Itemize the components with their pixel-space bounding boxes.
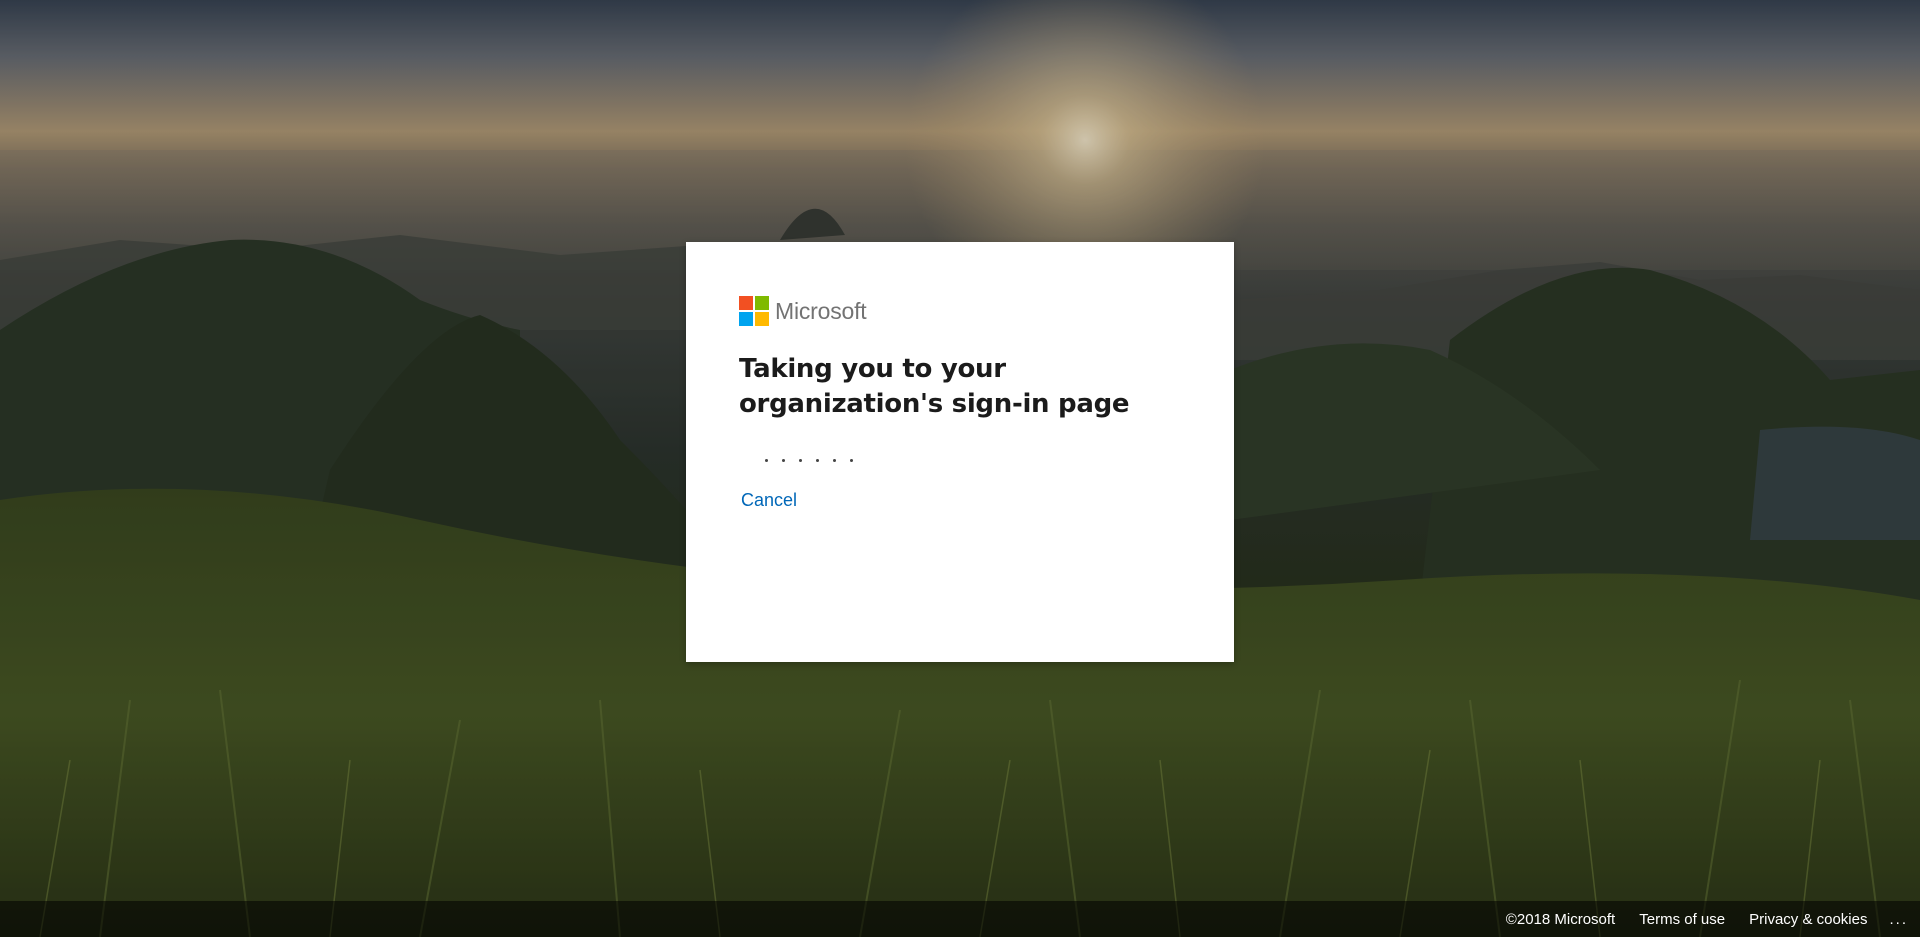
footer-privacy-link[interactable]: Privacy & cookies <box>1749 911 1867 928</box>
footer: ©2018 Microsoft Terms of use Privacy & c… <box>0 901 1920 937</box>
footer-copyright: ©2018 Microsoft <box>1505 910 1616 928</box>
logo-square-green <box>755 296 769 310</box>
logo-square-yellow <box>755 312 769 326</box>
microsoft-logo-icon <box>739 296 769 326</box>
loading-dot <box>765 458 768 462</box>
loading-dot <box>799 458 802 462</box>
footer-more-options-button[interactable]: ... <box>1889 911 1908 928</box>
loading-dot <box>833 458 836 462</box>
loading-dot <box>816 458 819 462</box>
logo-square-blue <box>739 312 753 326</box>
microsoft-logo-text: Microsoft <box>775 297 867 324</box>
sign-in-card: Microsoft Taking you to your organizatio… <box>686 242 1234 662</box>
logo-square-red <box>739 296 753 310</box>
cancel-link[interactable]: Cancel <box>741 490 797 511</box>
loading-dots-icon <box>765 456 1182 464</box>
footer-terms-link[interactable]: Terms of use <box>1639 911 1725 928</box>
loading-dot <box>782 458 785 462</box>
loading-dot <box>850 458 853 462</box>
page-title: Taking you to your organization's sign-i… <box>739 354 1130 419</box>
microsoft-logo: Microsoft <box>739 296 1182 326</box>
